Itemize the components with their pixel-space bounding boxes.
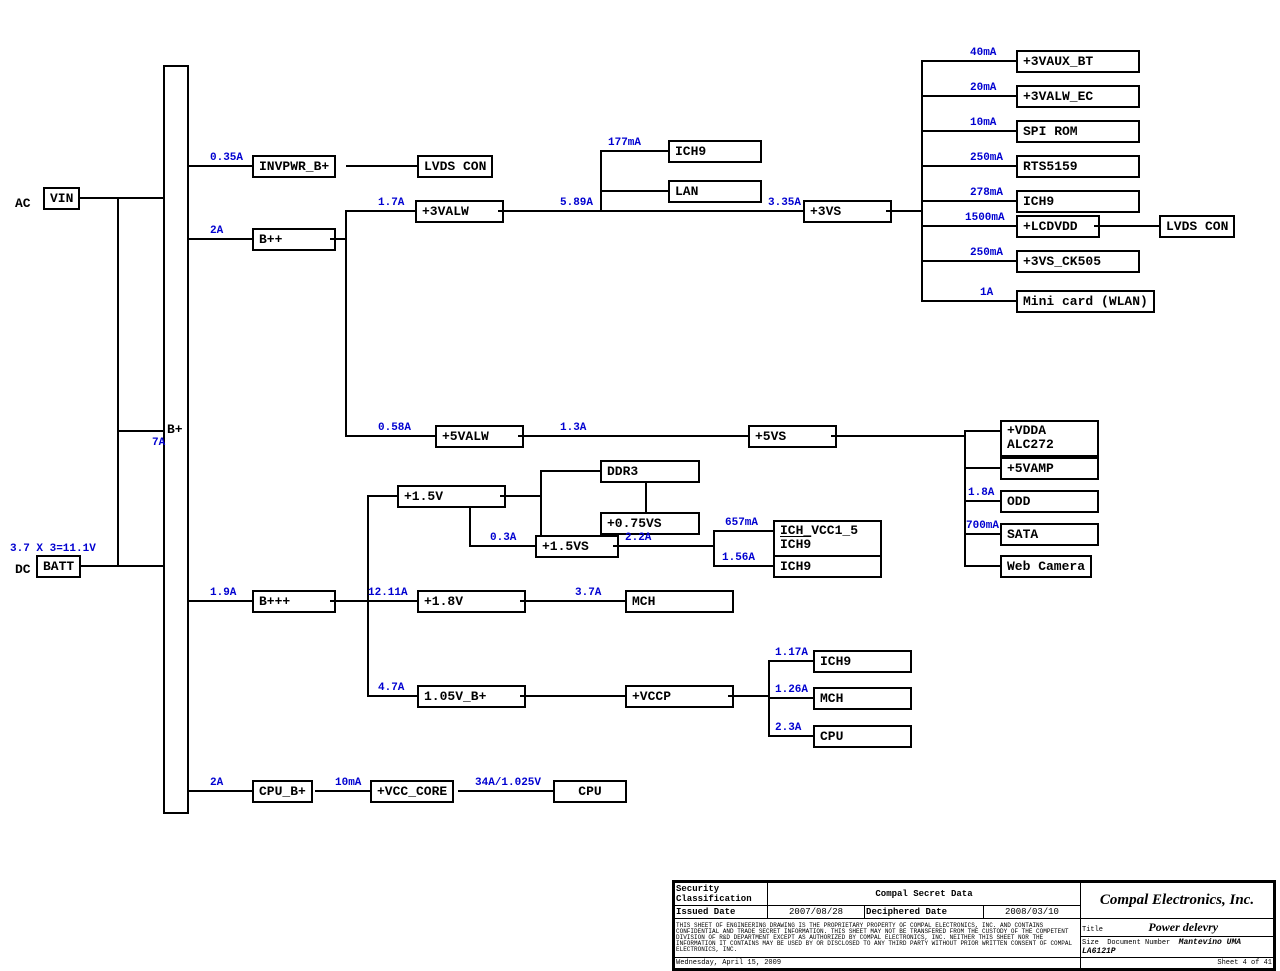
vccp-mch: MCH xyxy=(813,687,912,710)
vccp-ich9: ICH9 xyxy=(813,650,912,673)
3vs-f-i: 1500mA xyxy=(965,212,1005,224)
bpp-i: 2A xyxy=(210,225,223,237)
title-block: Security Classification Compal Secret Da… xyxy=(672,880,1276,971)
vdda-box: +VDDA ALC272 xyxy=(1000,420,1099,457)
bppp-box: B+++ xyxy=(252,590,336,613)
5vs-box: +5VS xyxy=(748,425,837,448)
cpu-bp-box: CPU_B+ xyxy=(252,780,313,803)
odd-i: 1.8A xyxy=(968,487,994,499)
mch-box: MCH xyxy=(625,590,734,613)
vccp-box: +VCCP xyxy=(625,685,734,708)
tb-idv: 2007/08/28 xyxy=(768,906,865,919)
tb-company: Compal Electronics, Inc. xyxy=(1082,892,1272,909)
vccp-a-i: 1.17A xyxy=(775,647,808,659)
vccp-b-i: 1.26A xyxy=(775,684,808,696)
ich-vcc-box: ICH_VCC1_5 ICH9 xyxy=(773,520,882,557)
diagram-canvas: AC VIN 3.7 X 3=11.1V DC BATT B+ 7A 0.35A… xyxy=(0,0,1280,958)
vccp-c-i: 2.3A xyxy=(775,722,801,734)
mini-card-wlan: Mini card (WLAN) xyxy=(1016,290,1155,313)
tb-seclbl: Security Classification xyxy=(675,883,768,906)
tb-sheetnum: Sheet 4 of 41 xyxy=(1081,958,1274,969)
tb-date: Wednesday, April 15, 2009 xyxy=(676,959,781,967)
ichvcc-i: 657mA xyxy=(725,517,758,529)
ddr3-box: DDR3 xyxy=(600,460,700,483)
lan-box: LAN xyxy=(668,180,762,203)
5vamp: +5VAMP xyxy=(1000,457,1099,480)
bplus-label: B+ xyxy=(167,422,183,437)
odd-box: ODD xyxy=(1000,490,1099,513)
bplus-bus: B+ xyxy=(163,65,189,814)
ac-label: AC xyxy=(15,196,31,211)
ich-vcc-l1: ICH_VCC1_5 xyxy=(780,523,858,538)
bplus-7a: 7A xyxy=(152,437,165,449)
3valw-o: 5.89A xyxy=(560,197,593,209)
bppp-i: 1.9A xyxy=(210,587,236,599)
lcdvdd: +LCDVDD xyxy=(1016,215,1100,238)
3vs-i: 3.35A xyxy=(768,197,801,209)
3vs-e-i: 278mA xyxy=(970,187,1003,199)
3vs-d-i: 250mA xyxy=(970,152,1003,164)
spi-rom: SPI ROM xyxy=(1016,120,1140,143)
bpp-box: B++ xyxy=(252,228,336,251)
tb-docnumlbl: Document Number xyxy=(1107,939,1170,947)
lvds-con-1: LVDS CON xyxy=(417,155,493,178)
ich-vcc-l2: ICH9 xyxy=(780,537,811,552)
tb-legal: THIS SHEET OF ENGINEERING DRAWING IS THE… xyxy=(676,923,1079,953)
ich9b-box: ICH9 xyxy=(773,555,882,578)
5valw-box: +5VALW xyxy=(435,425,524,448)
1p5vs-o: 2.2A xyxy=(625,532,651,544)
ich9-177: 177mA xyxy=(608,137,641,149)
vcccore-o: 34A/1.025V xyxy=(475,777,541,789)
tb-titlelbl: Title xyxy=(1082,926,1103,934)
vcccore-i: 10mA xyxy=(335,777,361,789)
3vs-h-i: 1A xyxy=(980,287,993,299)
tb-sheetname: Power delevry xyxy=(1148,920,1218,934)
1p5vs-i: 0.3A xyxy=(490,532,516,544)
batt-box: BATT xyxy=(36,555,81,578)
3vs-box: +3VS xyxy=(803,200,892,223)
batt-note: 3.7 X 3=11.1V xyxy=(10,543,96,555)
1p05v-box: 1.05V_B+ xyxy=(417,685,526,708)
5valw-o: 1.3A xyxy=(560,422,586,434)
3vs-b-i: 20mA xyxy=(970,82,996,94)
3valw-i: 1.7A xyxy=(378,197,404,209)
5valw-i: 0.58A xyxy=(378,422,411,434)
3vs-a-i: 40mA xyxy=(970,47,996,59)
vccp-cpu: CPU xyxy=(813,725,912,748)
vcc-core-box: +VCC_CORE xyxy=(370,780,454,803)
3valw-ec: +3VALW_EC xyxy=(1016,85,1140,108)
lvds-con-2: LVDS CON xyxy=(1159,215,1235,238)
tb-ddlbl: Deciphered Date xyxy=(865,906,984,919)
1p05-i: 4.7A xyxy=(378,682,404,694)
3vaux-bt: +3VAUX_BT xyxy=(1016,50,1140,73)
cpubp-i: 2A xyxy=(210,777,223,789)
1p5v-box: +1.5V xyxy=(397,485,506,508)
sata-box: SATA xyxy=(1000,523,1099,546)
vin-box: VIN xyxy=(43,187,80,210)
tb-idlbl: Issued Date xyxy=(675,906,768,919)
webcam-box: Web Camera xyxy=(1000,555,1092,578)
1p8v-o: 3.7A xyxy=(575,587,601,599)
1p8v-box: +1.8V xyxy=(417,590,526,613)
tb-csd: Compal Secret Data xyxy=(768,883,1081,906)
cpu-box: CPU xyxy=(553,780,627,803)
dc-label: DC xyxy=(15,562,31,577)
3vs-c-i: 10mA xyxy=(970,117,996,129)
tb-size: Size xyxy=(1082,939,1099,947)
ich9b-i: 1.56A xyxy=(722,552,755,564)
3valw-box: +3VALW xyxy=(415,200,504,223)
tb-ddv: 2008/03/10 xyxy=(983,906,1080,919)
3vs-g-i: 250mA xyxy=(970,247,1003,259)
vdda-l1: +VDDA xyxy=(1007,423,1046,438)
1p8v-i: 12.11A xyxy=(368,587,408,599)
ich9-a: ICH9 xyxy=(668,140,762,163)
1p5vs-box: +1.5VS xyxy=(535,535,619,558)
vdda-l2: ALC272 xyxy=(1007,437,1054,452)
sata-i: 700mA xyxy=(966,520,999,532)
invpwr-i: 0.35A xyxy=(210,152,243,164)
3vs-ck505: +3VS_CK505 xyxy=(1016,250,1140,273)
invpwr-box: INVPWR_B+ xyxy=(252,155,336,178)
rts5159: RTS5159 xyxy=(1016,155,1140,178)
ich9-b: ICH9 xyxy=(1016,190,1140,213)
